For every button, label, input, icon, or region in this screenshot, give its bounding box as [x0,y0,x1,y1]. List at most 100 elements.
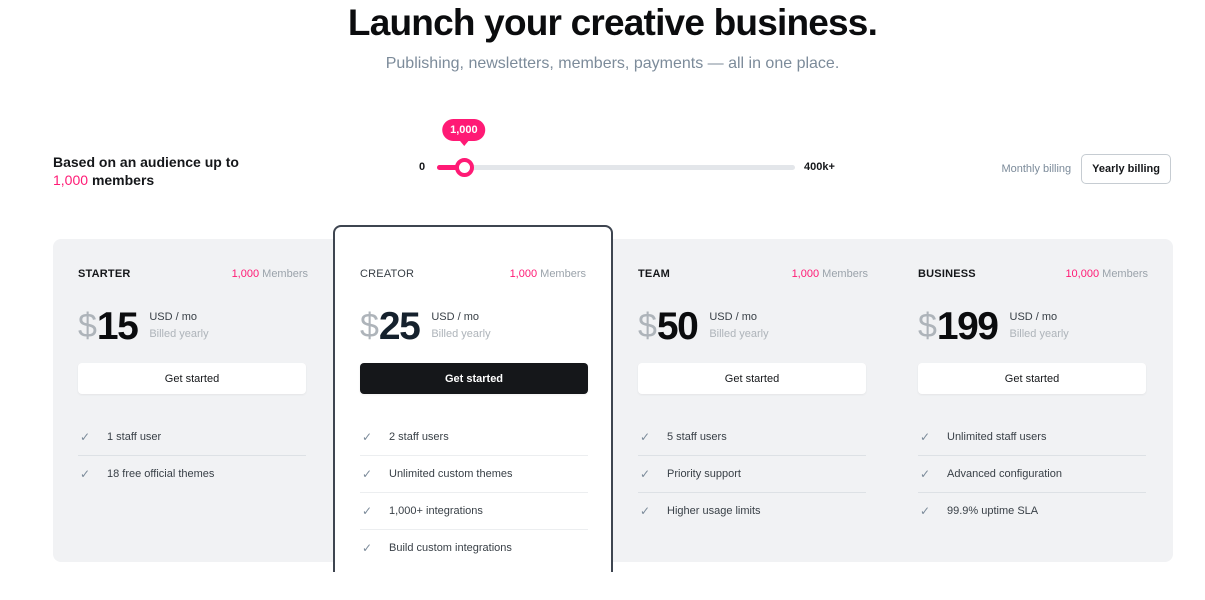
feature-label: 1 staff user [107,430,162,443]
plan-header: CREATOR 1,000 Members [360,268,586,280]
check-icon: ✓ [80,429,91,444]
price-amount: 50 [656,304,699,348]
feature-label: Build custom integrations [389,542,512,554]
get-started-button[interactable]: Get started [918,363,1146,394]
monthly-billing-option[interactable]: Monthly billing [1001,154,1071,184]
check-icon: ✓ [362,541,373,555]
currency-symbol: $ [360,307,379,345]
plan-header: STARTER 1,000 Members [78,268,308,280]
plan-members: 1,000 Members [232,268,308,280]
audience-slider[interactable]: 0 1,000 400k+ [415,115,855,185]
plan-name: TEAM [638,268,670,280]
plan-members-count: 10,000 [1065,268,1100,280]
feature-label: 1,000+ integrations [389,505,483,517]
price-amount: 15 [96,304,139,348]
plan-name: CREATOR [360,268,415,280]
plan-card-starter: STARTER 1,000 Members $ 15 USD / mo Bill… [53,239,333,562]
feature-item: ✓ 1 staff user [78,418,306,455]
feature-item: ✓ 18 free official themes [78,455,306,492]
audience-prefix: Based on an audience up to [53,154,239,170]
feature-item: ✓ Priority support [638,455,866,492]
plan-members: 1,000 Members [792,268,868,280]
price-amount: 199 [936,304,999,348]
feature-item: ✓ 2 staff users [360,418,588,455]
currency-symbol: $ [918,307,937,345]
plan-price: $ 25 USD / mo Billed yearly [360,306,586,346]
check-icon: ✓ [80,467,91,481]
plan-price: $ 15 USD / mo Billed yearly [78,306,308,346]
check-icon: ✓ [920,467,931,481]
price-unit: USD / mo [709,311,757,323]
currency-symbol: $ [638,307,657,345]
billing-note: Billed yearly [431,328,491,340]
billing-note: Billed yearly [149,328,209,340]
plan-name: STARTER [78,268,131,280]
feature-item: ✓ 1,000+ integrations [360,492,588,529]
check-icon: ✓ [920,504,931,518]
plan-members-count: 1,000 [231,268,260,280]
feature-label: 18 free official themes [107,468,215,480]
check-icon: ✓ [920,429,931,444]
plan-members-count: 1,000 [791,268,820,280]
check-icon: ✓ [362,504,373,518]
feature-item: ✓ 99.9% uptime SLA [918,492,1146,529]
check-icon: ✓ [640,429,651,444]
feature-list: ✓ 2 staff users ✓ Unlimited custom themes ✓ 1… [360,418,588,566]
get-started-button[interactable]: Get started [78,363,306,394]
feature-label: Unlimited staff users [947,430,1047,443]
audience-suffix: members [91,172,155,188]
feature-label: Unlimited custom themes [389,468,513,480]
yearly-billing-option[interactable]: Yearly billing [1081,154,1171,184]
billing-note: Billed yearly [709,328,769,340]
slider-thumb[interactable] [454,158,474,177]
feature-item: ✓ Unlimited staff users [918,418,1146,455]
feature-item: ✓ 5 staff users [638,418,866,455]
slider-value-tooltip: 1,000 [442,119,486,146]
slider-track[interactable] [437,165,795,170]
plan-card-team: TEAM 1,000 Members $ 50 USD / mo Billed … [613,239,893,562]
check-icon: ✓ [362,467,373,481]
audience-count: 1,000 [53,172,89,188]
get-started-button[interactable]: Get started [638,363,866,394]
check-icon: ✓ [362,429,373,444]
feature-label: Advanced configuration [947,468,1062,480]
price-unit: USD / mo [1009,311,1058,323]
plan-members: 10,000 Members [1065,268,1148,280]
plan-members-label: Members [262,268,308,280]
billing-toggle: Monthly billing Yearly billing [1001,154,1171,184]
plan-card-business: BUSINESS 10,000 Members $ 199 USD / mo B… [893,239,1173,562]
plan-members-label: Members [540,268,586,280]
billing-note: Billed yearly [1009,328,1069,340]
plan-members: 1,000 Members [510,268,586,280]
feature-label: 2 staff users [389,430,449,443]
plan-card-creator: CREATOR 1,000 Members $ 25 USD / mo Bill… [333,225,613,572]
plan-price: $ 50 USD / mo Billed yearly [638,306,868,346]
plan-name: BUSINESS [918,268,976,280]
price-amount: 25 [378,304,421,348]
feature-list: ✓ 5 staff users ✓ Priority support ✓ Higher u… [638,418,866,529]
audience-summary: Based on an audience up to 1,000 members [53,153,239,189]
plan-header: TEAM 1,000 Members [638,268,868,280]
feature-list: ✓ 1 staff user ✓ 18 free official themes [78,418,306,492]
price-unit: USD / mo [149,311,197,323]
page-subtitle: Publishing, newsletters, members, paymen… [385,55,840,72]
slider-min-label: 0 [419,161,426,173]
feature-label: Higher usage limits [667,505,761,517]
feature-list: ✓ Unlimited staff users ✓ Advanced configur… [918,418,1146,529]
feature-label: Priority support [667,468,741,480]
feature-item: ✓ Advanced configuration [918,455,1146,492]
check-icon: ✓ [640,467,651,481]
check-icon: ✓ [640,504,651,518]
plan-header: BUSINESS 10,000 Members [918,268,1148,280]
feature-label: 5 staff users [667,430,727,443]
feature-item: ✓ Unlimited custom themes [360,455,588,492]
feature-item: ✓ Build custom integrations [360,529,588,566]
plan-members-label: Members [822,268,868,280]
currency-symbol: $ [78,307,97,345]
pricing-plans: STARTER 1,000 Members $ 15 USD / mo Bill… [53,225,1173,572]
plan-members-count: 1,000 [509,268,538,280]
plan-price: $ 199 USD / mo Billed yearly [918,306,1148,346]
get-started-button[interactable]: Get started [360,363,588,394]
feature-label: 99.9% uptime SLA [947,505,1039,517]
slider-max-label: 400k+ [804,161,835,173]
